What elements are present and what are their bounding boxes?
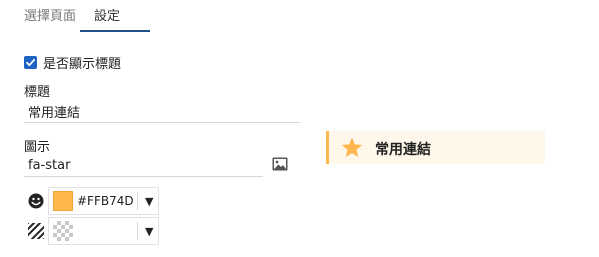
active-tab-indicator xyxy=(80,30,150,32)
icon-label: 圖示 xyxy=(24,140,51,155)
dropdown-caret-icon: ▼ xyxy=(145,195,154,208)
image-icon[interactable] xyxy=(272,157,288,171)
icon-input[interactable] xyxy=(24,155,263,177)
foreground-color-select[interactable]: #FFB74D ▼ xyxy=(48,187,159,215)
select-divider xyxy=(137,222,138,240)
show-title-row: 是否顯示標題 xyxy=(24,54,122,72)
hatch-icon xyxy=(28,223,44,239)
select-divider xyxy=(137,192,138,210)
title-input[interactable] xyxy=(24,101,300,123)
widget-settings-panel: 選擇頁面 設定 是否顯示標題 標題 圖示 #FFB74D ▼ xyxy=(0,0,599,257)
background-color-swatch xyxy=(53,221,73,241)
dropdown-caret-icon: ▼ xyxy=(145,225,154,238)
foreground-color-hex: #FFB74D xyxy=(77,194,134,208)
show-title-label: 是否顯示標題 xyxy=(43,56,122,72)
tab-bar: 選擇頁面 設定 xyxy=(0,0,599,34)
tab-select-page[interactable]: 選擇頁面 xyxy=(24,8,76,26)
background-color-select[interactable]: ▼ xyxy=(48,217,159,245)
smile-icon xyxy=(28,193,44,209)
title-preview: 常用連結 xyxy=(326,131,545,164)
show-title-checkbox[interactable] xyxy=(24,55,37,69)
tab-settings[interactable]: 設定 xyxy=(94,8,120,26)
star-icon xyxy=(341,137,363,157)
title-label: 標題 xyxy=(24,85,51,100)
foreground-color-swatch xyxy=(53,191,73,211)
checkmark-icon xyxy=(26,58,36,66)
preview-title: 常用連結 xyxy=(375,142,431,158)
